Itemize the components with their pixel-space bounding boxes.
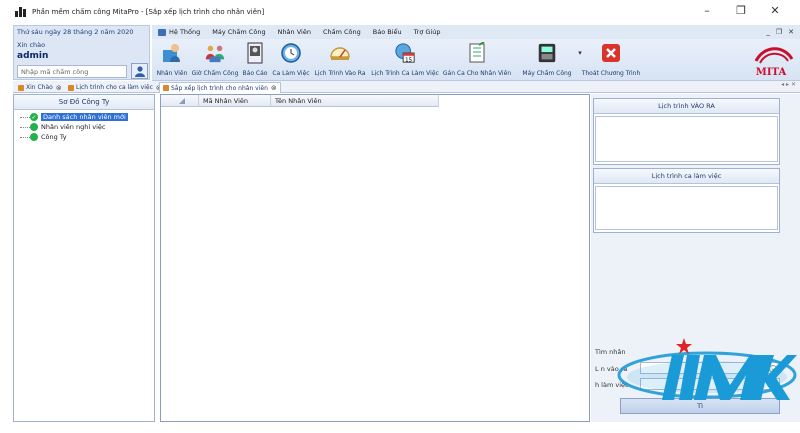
user-button[interactable] <box>131 63 148 79</box>
exit-button[interactable]: Thoát Chương Trình <box>580 39 642 81</box>
grid-corner[interactable] <box>161 95 199 107</box>
menu-help[interactable]: Trợ Giúp <box>408 28 447 36</box>
time-clock-device-icon <box>538 43 556 63</box>
calendar-icon: 15 <box>395 43 415 63</box>
employee-button[interactable]: Nhân Viên <box>154 39 190 81</box>
title-bar: Phần mềm chấm công MitaPro - [Sắp xếp lị… <box>0 0 800 24</box>
app-window: Phần mềm chấm công MitaPro - [Sắp xếp lị… <box>0 0 800 433</box>
tree-node-new-employees[interactable]: ✓ Danh sách nhân viên mới <box>14 112 128 122</box>
tree-node-company[interactable]: Công Ty <box>14 132 67 142</box>
menu-attendance[interactable]: Chấm Công <box>317 28 367 36</box>
app-icon <box>15 7 27 17</box>
toolbar: Nhân Viên Giờ Chấm Công Báo Cáo Ca Làm V… <box>152 39 800 81</box>
shift-schedule-panel: Lịch trình ca làm việc <box>593 168 780 233</box>
sort-corner-icon <box>179 98 185 104</box>
tab-welcome[interactable]: Xin Chào ⊗ <box>15 82 65 93</box>
shift-button[interactable]: Ca Làm Việc <box>272 39 310 81</box>
mdi-controls: _ ❐ ✕ <box>766 25 794 39</box>
mdi-restore-button[interactable]: ❐ <box>776 28 782 36</box>
mdi-minimize-button[interactable]: _ <box>766 28 770 36</box>
mdi-close-button[interactable]: ✕ <box>788 28 794 36</box>
tab-strip: Xin Chào⊗ Lịch trình cho ca làm việc⊗ Sắ… <box>13 81 800 93</box>
checklist-icon <box>469 42 485 63</box>
menu-time-machine[interactable]: Máy Chấm Công <box>206 28 271 36</box>
assign-shift-button[interactable]: Gán Ca Cho Nhân Viên <box>442 39 512 81</box>
mita-logo: MITA <box>754 47 794 78</box>
green-dot-icon <box>30 123 38 131</box>
user-icon <box>134 66 145 77</box>
time-machine-button[interactable]: Máy Chấm Công <box>518 39 576 81</box>
system-menu-icon <box>158 28 166 36</box>
tab-employee-schedule[interactable]: Sắp xếp lịch trình cho nhân viên ⊗ <box>159 82 281 93</box>
report-icon <box>247 42 263 64</box>
clock-icon <box>281 43 301 63</box>
close-button[interactable]: ✕ <box>768 4 782 17</box>
attendance-code-input[interactable]: Nhập mã chấm công <box>17 65 127 78</box>
shift-schedule-header: Lịch trình ca làm việc <box>594 169 779 184</box>
column-employee-name[interactable]: Tên Nhân Viên <box>271 95 439 107</box>
username-label: admin <box>17 51 49 61</box>
greeting-label: Xin chào <box>17 41 46 49</box>
calendar-day: 15 <box>405 57 412 63</box>
watermark-logo <box>617 338 797 400</box>
report-button[interactable]: Báo Cáo <box>240 39 270 81</box>
exit-icon <box>602 44 620 62</box>
tab-close-icon[interactable]: ⊗ <box>56 84 62 92</box>
inout-schedule-header: Lịch trình VÀO RA <box>594 99 779 114</box>
check-icon: ✓ <box>30 113 38 121</box>
tab-shift-schedule[interactable]: Lịch trình cho ca làm việc⊗ <box>65 82 165 93</box>
inout-schedule-panel: Lịch trình VÀO RA <box>593 98 780 165</box>
user-info-panel: Thứ sáu ngày 28 tháng 2 năm 2020 Xin chà… <box>13 25 150 80</box>
restore-button[interactable]: ❐ <box>734 4 748 17</box>
inout-schedule-button[interactable]: Lịch Trình Vào Ra <box>312 39 368 81</box>
tab-icon <box>18 84 24 91</box>
tab-close-icon[interactable]: ⊗ <box>271 84 277 92</box>
inout-schedule-list[interactable] <box>595 116 778 162</box>
shift-schedule-list[interactable] <box>595 186 778 230</box>
menu-system[interactable]: Hệ Thống <box>152 28 206 36</box>
tree-header: Sơ Đồ Công Ty <box>14 95 154 110</box>
shift-schedule-button[interactable]: 15 Lịch Trình Ca Làm Việc <box>370 39 440 81</box>
tab-nav-controls[interactable]: ◂ ▸ ✕ <box>781 81 796 88</box>
grid-header: Mã Nhân Viên Tên Nhân Viên <box>161 95 439 107</box>
employee-icon <box>163 44 180 62</box>
tab-icon <box>163 85 169 91</box>
green-dot-icon <box>30 133 38 141</box>
menu-bar: Hệ Thống Máy Chấm Công Nhân Viên Chấm Cô… <box>152 25 800 39</box>
gauge-icon <box>330 47 350 60</box>
tab-icon <box>68 84 74 91</box>
window-title: Phần mềm chấm công MitaPro - [Sắp xếp lị… <box>32 8 265 16</box>
menu-reports[interactable]: Báo Biểu <box>367 28 408 36</box>
current-date: Thứ sáu ngày 28 tháng 2 năm 2020 <box>17 28 134 36</box>
attendance-time-button[interactable]: Giờ Chấm Công <box>192 39 238 81</box>
window-controls: – ❐ ✕ <box>700 4 782 17</box>
column-employee-id[interactable]: Mã Nhân Viên <box>199 95 271 107</box>
menu-employee[interactable]: Nhân Viên <box>272 28 317 36</box>
company-tree-panel: Sơ Đồ Công Ty ✓ Danh sách nhân viên mới N… <box>13 94 155 422</box>
attendance-time-icon <box>205 45 225 63</box>
tree-node-resigned[interactable]: Nhân viên nghỉ việc <box>14 122 105 132</box>
minimize-button[interactable]: – <box>700 4 714 17</box>
svg-text:MITA: MITA <box>756 67 787 78</box>
employee-grid[interactable]: Mã Nhân Viên Tên Nhân Viên <box>160 94 590 422</box>
